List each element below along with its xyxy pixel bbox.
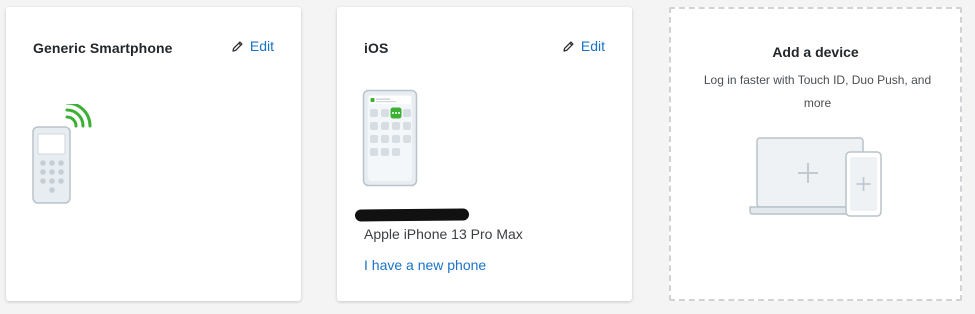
laptop-tablet-plus-icon: [749, 137, 882, 217]
device-model: Apple iPhone 13 Pro Max: [364, 226, 523, 242]
device-card-title: Generic Smartphone: [33, 40, 173, 56]
pencil-icon: [232, 40, 243, 52]
redacted-device-name: [354, 208, 470, 222]
iphone-icon: [362, 89, 418, 187]
device-card-generic-smartphone: Generic Smartphone Edit: [6, 7, 301, 301]
add-device-card[interactable]: Add a device Log in faster with Touch ID…: [669, 7, 962, 301]
edit-label: Edit: [580, 38, 605, 54]
device-card-ios: iOS Edit Apple iPhone 13 Pro Max I have …: [337, 7, 632, 301]
new-phone-link[interactable]: I have a new phone: [364, 257, 486, 273]
device-card-title: iOS: [364, 40, 389, 56]
add-device-subtitle: Log in faster with Touch ID, Duo Push, a…: [703, 73, 932, 110]
add-device-title: Add a device: [772, 44, 859, 60]
edit-device-link[interactable]: Edit: [562, 38, 605, 54]
edit-label: Edit: [249, 38, 274, 54]
pencil-icon: [563, 40, 574, 52]
edit-device-link[interactable]: Edit: [231, 38, 274, 54]
smartphone-signal-icon: [32, 104, 92, 204]
